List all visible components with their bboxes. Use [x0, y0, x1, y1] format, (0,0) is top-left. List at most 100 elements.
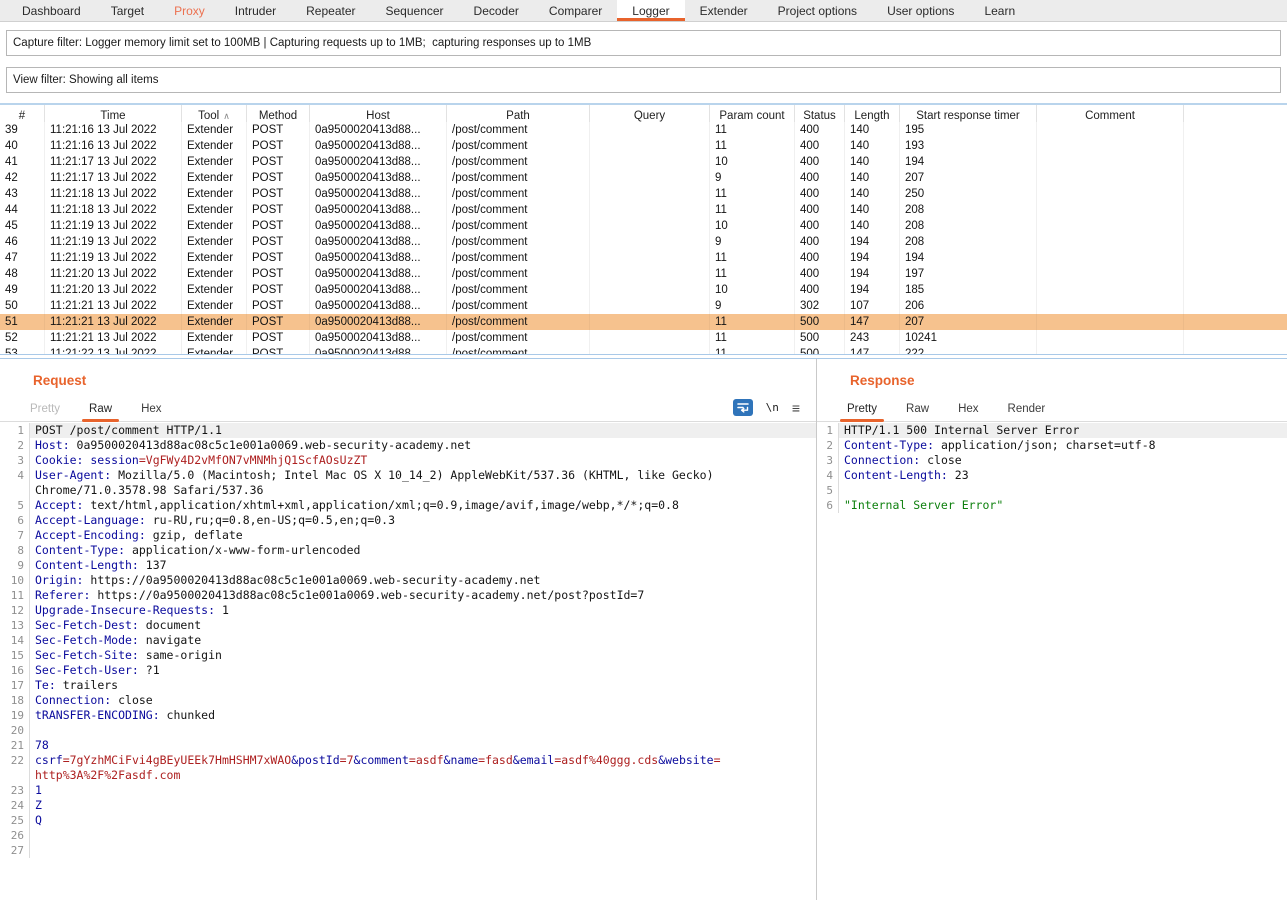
table-row[interactable]: 5011:21:21 13 Jul 2022ExtenderPOST0a9500…: [0, 298, 1287, 314]
cell-method: POST: [247, 202, 310, 218]
menu-tab-learn[interactable]: Learn: [969, 0, 1030, 21]
menu-tab-comparer[interactable]: Comparer: [534, 0, 617, 21]
capture-filter-bar[interactable]: Capture filter: Logger memory limit set …: [6, 30, 1281, 56]
cell-num: 50: [0, 298, 45, 314]
request-tab-pretty[interactable]: Pretty: [30, 403, 60, 421]
cell-time: 11:21:21 13 Jul 2022: [45, 330, 182, 346]
request-title: Request: [33, 373, 86, 388]
menu-tab-proxy[interactable]: Proxy: [159, 0, 220, 21]
cell-path: /post/comment: [447, 170, 590, 186]
cell-host: 0a9500020413d88...: [310, 298, 447, 314]
cell-method: POST: [247, 122, 310, 138]
menu-tab-target[interactable]: Target: [96, 0, 159, 21]
editor-menu-icon[interactable]: ≡: [792, 403, 800, 413]
cell-path: /post/comment: [447, 122, 590, 138]
request-line-text: POST /post/comment HTTP/1.1: [30, 423, 816, 438]
cell-status: 400: [795, 234, 845, 250]
request-tab-hex[interactable]: Hex: [141, 403, 161, 421]
menu-tab-repeater[interactable]: Repeater: [291, 0, 370, 21]
table-row[interactable]: 4711:21:19 13 Jul 2022ExtenderPOST0a9500…: [0, 250, 1287, 266]
cell-length: 107: [845, 298, 900, 314]
cell-method: POST: [247, 186, 310, 202]
line-number: 2: [817, 438, 839, 453]
cell-start_response_timer: 195: [900, 122, 1037, 138]
cell-path: /post/comment: [447, 314, 590, 330]
request-line: 25Q: [0, 813, 816, 828]
cell-host: 0a9500020413d88...: [310, 154, 447, 170]
cell-host: 0a9500020413d88...: [310, 346, 447, 355]
menu-tab-extender[interactable]: Extender: [685, 0, 763, 21]
table-row[interactable]: 4511:21:19 13 Jul 2022ExtenderPOST0a9500…: [0, 218, 1287, 234]
cell-path: /post/comment: [447, 138, 590, 154]
cell-param_count: 10: [710, 218, 795, 234]
request-line: 10Origin: https://0a9500020413d88ac08c5c…: [0, 573, 816, 588]
row-filler: [1184, 186, 1287, 202]
cell-method: POST: [247, 218, 310, 234]
view-filter-bar[interactable]: View filter: Showing all items: [6, 67, 1281, 93]
menu-tab-logger[interactable]: Logger: [617, 0, 684, 21]
cell-param_count: 11: [710, 202, 795, 218]
table-row[interactable]: 5311:21:22 13 Jul 2022ExtenderPOST0a9500…: [0, 346, 1287, 355]
response-editor[interactable]: 1HTTP/1.1 500 Internal Server Error2Cont…: [817, 423, 1287, 900]
table-row[interactable]: 5211:21:21 13 Jul 2022ExtenderPOST0a9500…: [0, 330, 1287, 346]
menu-tab-dashboard[interactable]: Dashboard: [7, 0, 96, 21]
menu-tab-intruder[interactable]: Intruder: [220, 0, 291, 21]
menu-tab-decoder[interactable]: Decoder: [459, 0, 534, 21]
request-line: 27: [0, 843, 816, 858]
table-row[interactable]: 4011:21:16 13 Jul 2022ExtenderPOST0a9500…: [0, 138, 1287, 154]
table-row[interactable]: 3911:21:16 13 Jul 2022ExtenderPOST0a9500…: [0, 122, 1287, 138]
cell-comment: [1037, 266, 1184, 282]
cell-num: 51: [0, 314, 45, 330]
table-row[interactable]: 4311:21:18 13 Jul 2022ExtenderPOST0a9500…: [0, 186, 1287, 202]
request-editor[interactable]: 1POST /post/comment HTTP/1.12Host: 0a950…: [0, 423, 816, 900]
table-row[interactable]: 4111:21:17 13 Jul 2022ExtenderPOST0a9500…: [0, 154, 1287, 170]
request-line: 13Sec-Fetch-Dest: document: [0, 618, 816, 633]
cell-param_count: 9: [710, 234, 795, 250]
cell-num: 44: [0, 202, 45, 218]
line-number: 5: [817, 483, 839, 498]
cell-time: 11:21:20 13 Jul 2022: [45, 282, 182, 298]
menu-tab-project-options[interactable]: Project options: [763, 0, 872, 21]
cell-status: 400: [795, 202, 845, 218]
cell-tool: Extender: [182, 266, 247, 282]
menu-tab-user-options[interactable]: User options: [872, 0, 969, 21]
row-filler: [1184, 234, 1287, 250]
response-line: 3Connection: close: [817, 453, 1287, 468]
menu-tab-sequencer[interactable]: Sequencer: [371, 0, 459, 21]
request-line: 15Sec-Fetch-Site: same-origin: [0, 648, 816, 663]
request-line-text: Upgrade-Insecure-Requests: 1: [30, 603, 816, 618]
table-row[interactable]: 4611:21:19 13 Jul 2022ExtenderPOST0a9500…: [0, 234, 1287, 250]
request-line: 18Connection: close: [0, 693, 816, 708]
cell-path: /post/comment: [447, 234, 590, 250]
cell-param_count: 10: [710, 154, 795, 170]
table-row[interactable]: 4911:21:20 13 Jul 2022ExtenderPOST0a9500…: [0, 282, 1287, 298]
log-table: #TimeTool∧MethodHostPathQueryParam count…: [0, 103, 1287, 355]
table-row[interactable]: 4811:21:20 13 Jul 2022ExtenderPOST0a9500…: [0, 266, 1287, 282]
line-number: 9: [0, 558, 30, 573]
response-line: 5: [817, 483, 1287, 498]
prettify-icon[interactable]: [733, 399, 753, 416]
table-row[interactable]: 4411:21:18 13 Jul 2022ExtenderPOST0a9500…: [0, 202, 1287, 218]
response-tab-render[interactable]: Render: [1008, 403, 1046, 421]
row-filler: [1184, 346, 1287, 355]
request-panel: Request Pretty Raw Hex \n ≡ 1POST /post/co…: [0, 359, 817, 900]
row-filler: [1184, 250, 1287, 266]
request-line: 19tRANSFER-ENCODING: chunked: [0, 708, 816, 723]
response-tab-raw[interactable]: Raw: [906, 403, 929, 421]
cell-query: [590, 186, 710, 202]
request-tab-raw[interactable]: Raw: [89, 403, 112, 421]
table-row[interactable]: 5111:21:21 13 Jul 2022ExtenderPOST0a9500…: [0, 314, 1287, 330]
newline-icon[interactable]: \n: [766, 401, 779, 414]
cell-num: 52: [0, 330, 45, 346]
header-label-tool: Tool: [198, 110, 219, 122]
line-number: 2: [0, 438, 30, 453]
cell-comment: [1037, 154, 1184, 170]
response-tab-hex[interactable]: Hex: [958, 403, 978, 421]
header-label-num: #: [19, 110, 25, 122]
message-editor-split: Request Pretty Raw Hex \n ≡ 1POST /post/co…: [0, 358, 1287, 900]
cell-query: [590, 234, 710, 250]
cell-status: 400: [795, 218, 845, 234]
response-tab-pretty[interactable]: Pretty: [847, 403, 877, 421]
table-row[interactable]: 4211:21:17 13 Jul 2022ExtenderPOST0a9500…: [0, 170, 1287, 186]
window: { "colors":{ "accent":"#e8632c","proxy_h…: [0, 0, 1287, 900]
